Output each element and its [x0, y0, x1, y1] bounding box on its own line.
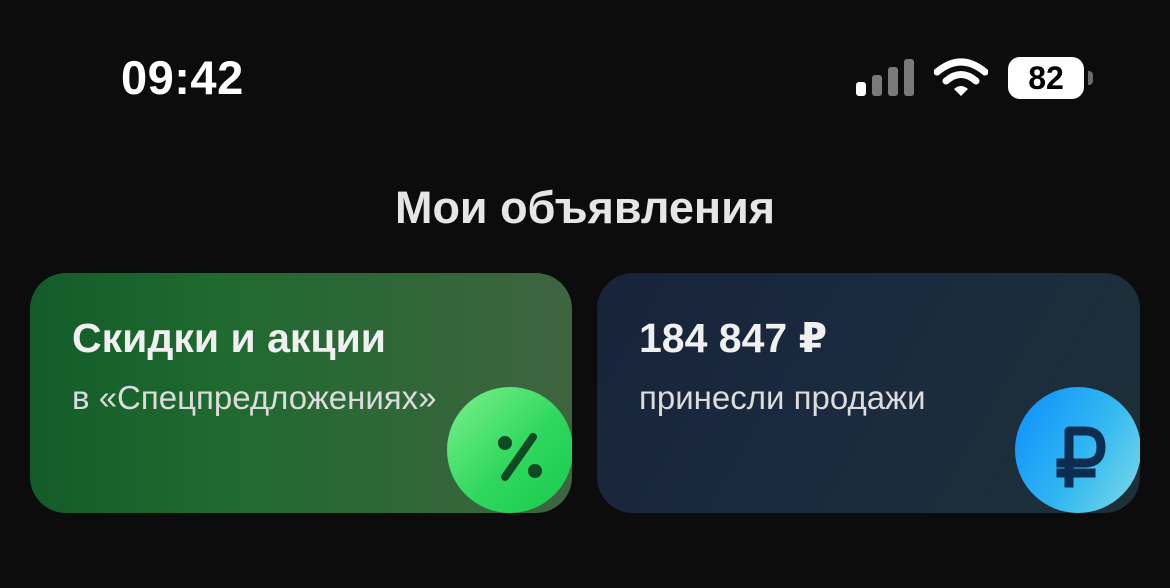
page-title: Мои объявления: [394, 182, 776, 233]
sales-card-amount: 184 847 ₽: [639, 315, 828, 361]
wifi-icon: [933, 58, 989, 98]
ruble-icon: [1056, 426, 1106, 488]
status-time: 09:42: [121, 51, 244, 104]
sales-card-subtitle: принесли продажи: [639, 379, 926, 416]
sales-card[interactable]: 184 847 ₽ принесли продажи: [597, 273, 1140, 513]
promotions-card[interactable]: Скидки и акции в «Спецпредложе­ниях»: [30, 273, 572, 513]
promotions-card-subtitle: в «Спецпредложе­ниях»: [72, 379, 437, 416]
battery-level: 82: [1028, 60, 1064, 96]
battery-icon: 82: [1008, 57, 1094, 99]
promotions-card-title: Скидки и акции: [72, 315, 387, 361]
percent-icon: [498, 433, 542, 481]
screen: 09:42 82 Мои объявления Скидки и акции в…: [0, 0, 1170, 588]
battery-cap: [1088, 71, 1093, 85]
cellular-signal-icon: [856, 58, 914, 96]
percent-badge: [447, 387, 572, 513]
ruble-badge: [1015, 387, 1140, 513]
